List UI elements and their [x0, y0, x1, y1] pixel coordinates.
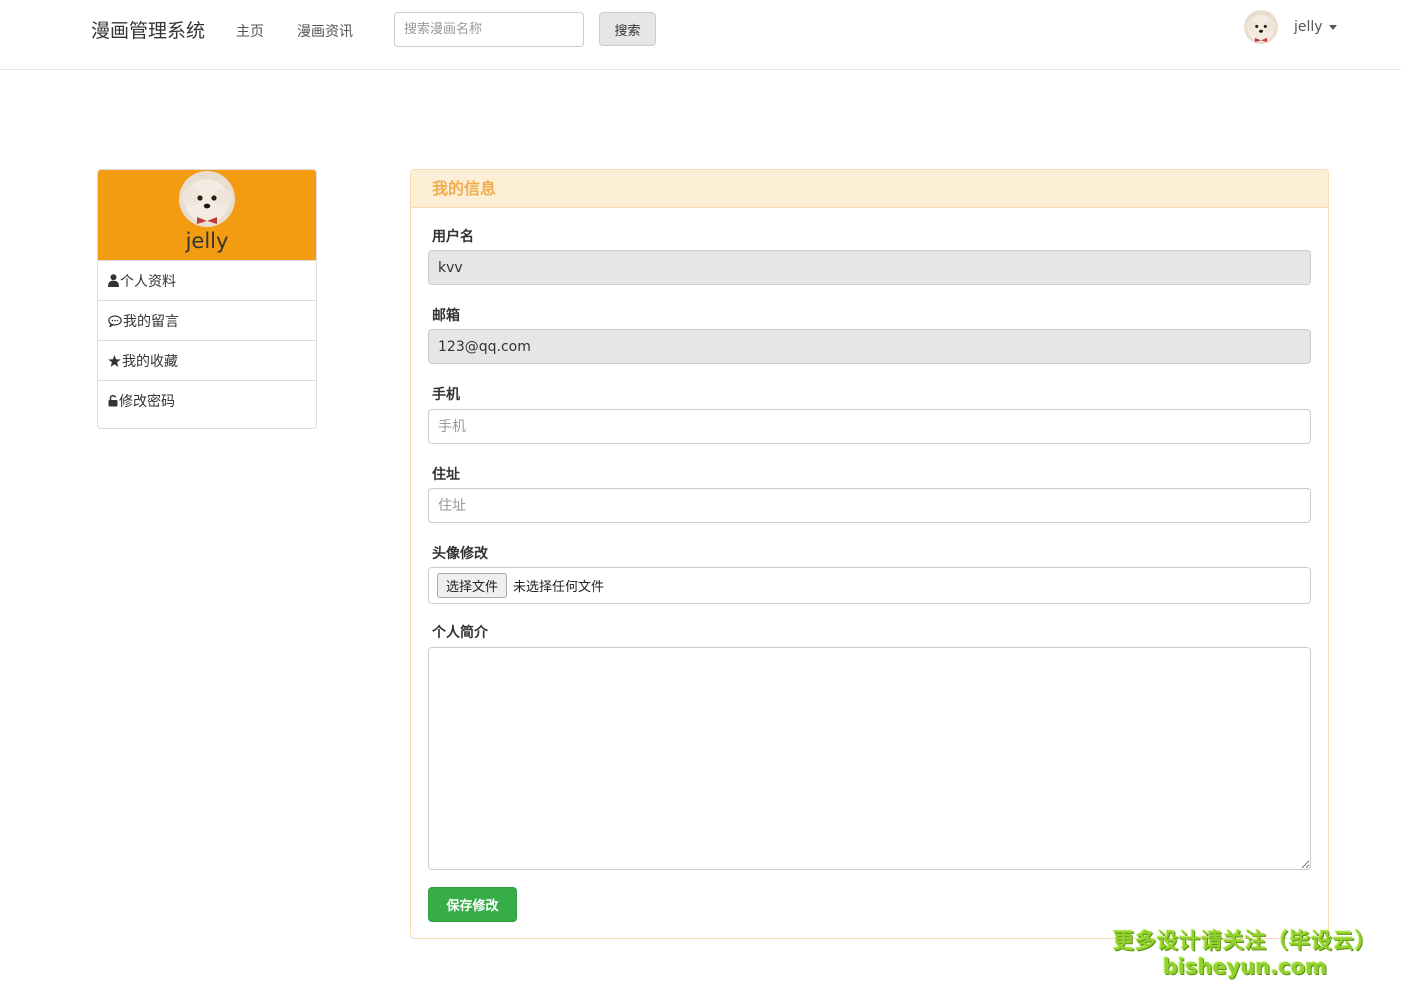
my-info-panel: 我的信息 用户名 邮箱 手机 住址 头像修改 选择文件 未选择任何文件 个人简介…: [410, 169, 1329, 939]
panel-title: 我的信息: [411, 170, 1328, 208]
bio-textarea[interactable]: [428, 647, 1311, 870]
site-brand[interactable]: 漫画管理系统: [91, 16, 205, 43]
nav-link-home[interactable]: 主页: [236, 21, 264, 41]
dog-avatar-icon: [179, 171, 235, 227]
search-button[interactable]: 搜索: [599, 12, 656, 46]
watermark-line-2: bisheyun.com: [1162, 955, 1328, 979]
caret-down-icon: [1328, 24, 1337, 30]
dog-avatar-icon: [1244, 10, 1278, 44]
avatar-upload-label: 头像修改: [432, 546, 488, 562]
watermark-line-1: 更多设计请关注（毕设云）: [1113, 929, 1377, 953]
user-dropdown[interactable]: jelly: [1244, 7, 1337, 47]
username-label: 用户名: [432, 229, 474, 245]
nav-link-comic-news[interactable]: 漫画资讯: [297, 21, 353, 41]
watermark: 更多设计请关注（毕设云） bisheyun.com: [1110, 925, 1380, 979]
phone-label: 手机: [432, 387, 460, 403]
sidebar-item-messages[interactable]: 我的留言: [98, 300, 316, 340]
sidebar-item-label: 我的收藏: [122, 353, 178, 370]
phone-field[interactable]: [428, 409, 1311, 444]
email-label: 邮箱: [432, 308, 460, 324]
bio-label: 个人简介: [432, 625, 488, 641]
sidebar-item-label: 我的留言: [123, 313, 179, 330]
address-field[interactable]: [428, 488, 1311, 523]
unlock-icon: [108, 395, 118, 407]
sidebar-item-change-password[interactable]: 修改密码: [98, 380, 316, 420]
profile-user-name: jelly: [185, 229, 229, 253]
search-input[interactable]: [394, 12, 584, 47]
sidebar-item-profile[interactable]: 个人资料: [98, 260, 316, 300]
avatar: [179, 171, 235, 227]
profile-sidebar: jelly 个人资料 我的留言 我的收藏 修改密码: [97, 169, 317, 429]
user-icon: [108, 274, 119, 287]
nav-user-name: jelly: [1294, 19, 1323, 35]
file-status-text: 未选择任何文件: [513, 580, 605, 595]
avatar: [1244, 10, 1278, 44]
username-field[interactable]: [428, 250, 1311, 285]
choose-file-button[interactable]: 选择文件: [437, 573, 508, 598]
top-navbar: 漫画管理系统 主页 漫画资讯 搜索 jelly: [0, 0, 1401, 70]
comment-icon: [108, 314, 122, 327]
sidebar-item-label: 修改密码: [119, 393, 175, 410]
save-changes-button[interactable]: 保存修改: [428, 887, 517, 922]
profile-header: jelly: [98, 170, 316, 260]
address-label: 住址: [432, 467, 460, 483]
avatar-upload-field: 选择文件 未选择任何文件: [428, 567, 1311, 604]
sidebar-item-label: 个人资料: [120, 273, 176, 290]
sidebar-item-favorites[interactable]: 我的收藏: [98, 340, 316, 380]
email-field[interactable]: [428, 329, 1311, 364]
star-icon: [108, 354, 121, 367]
